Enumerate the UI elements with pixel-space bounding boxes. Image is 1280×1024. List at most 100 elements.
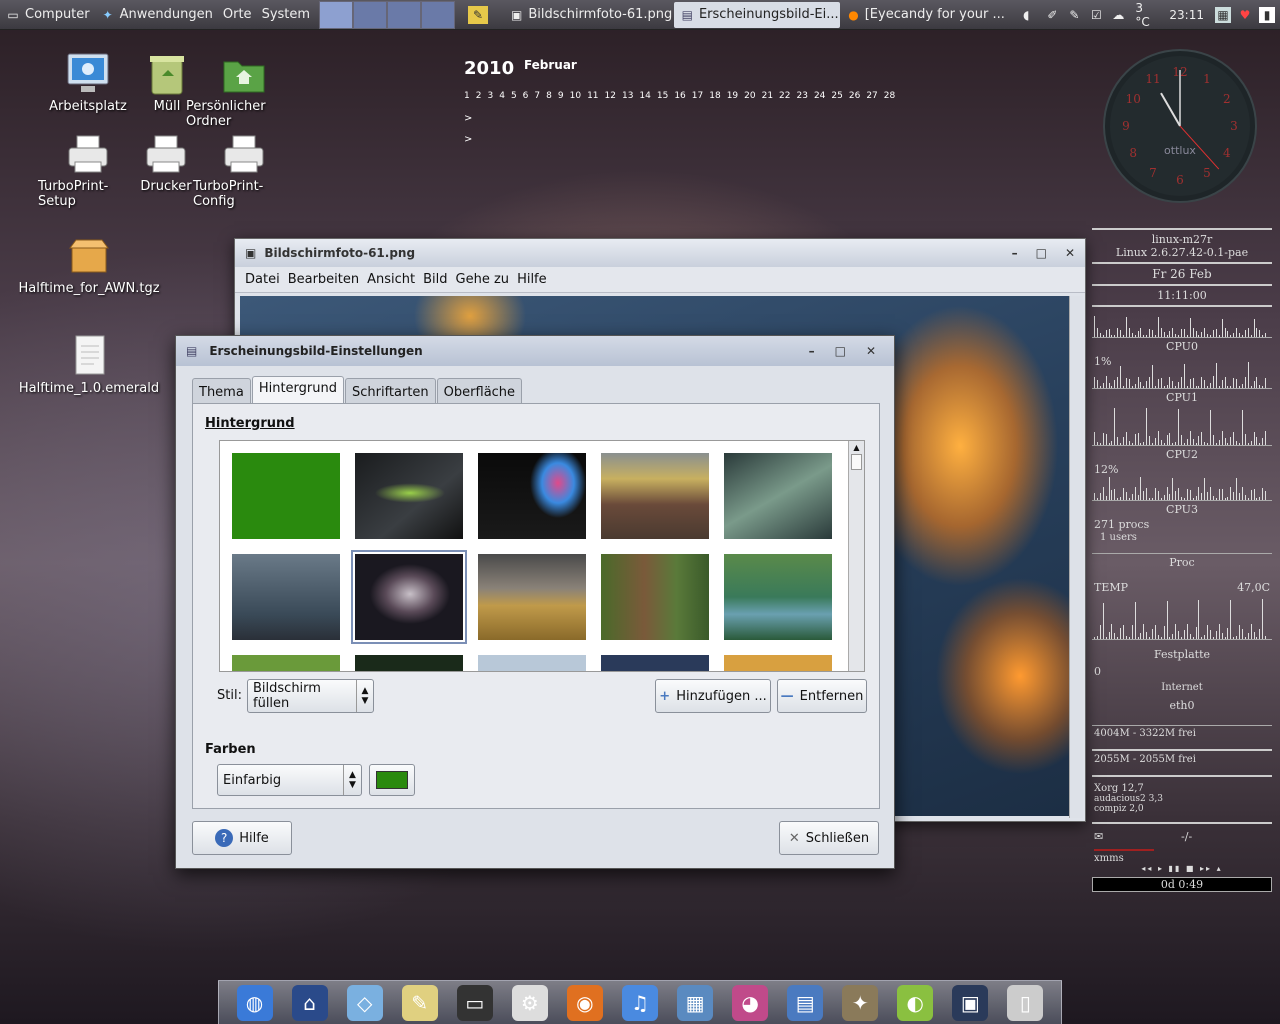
calendar-day[interactable]: 18 xyxy=(709,91,720,101)
clock-label[interactable]: 23:11 xyxy=(1163,8,1210,22)
close-icon[interactable]: ✕ xyxy=(866,344,876,358)
wallpaper-hay-field[interactable] xyxy=(478,554,586,640)
calendar-day[interactable]: 11 xyxy=(587,91,598,101)
calendar-day[interactable]: 9 xyxy=(558,91,564,101)
help-button[interactable]: ? Hilfe xyxy=(192,821,292,855)
minimize-icon[interactable]: – xyxy=(809,344,815,358)
itunes-icon[interactable]: ♫ xyxy=(621,984,658,1021)
calendar-day[interactable]: 21 xyxy=(762,91,773,101)
network-icon[interactable]: ◇ xyxy=(346,984,383,1021)
menu-gehe-zu[interactable]: Gehe zu xyxy=(456,272,510,287)
color-picker-button[interactable] xyxy=(369,764,415,796)
wallpaper-row3-3[interactable] xyxy=(478,655,586,671)
task-viewer[interactable]: ▣ Bildschirmfoto-61.png xyxy=(503,2,674,28)
wallpaper-green[interactable] xyxy=(232,453,340,539)
calendar-day[interactable]: 27 xyxy=(866,91,877,101)
trash-icon[interactable]: ▯ xyxy=(1007,984,1044,1021)
workspace-4[interactable] xyxy=(421,0,456,29)
calendar-day[interactable]: 4 xyxy=(499,91,505,101)
wallpaper-row3-5[interactable] xyxy=(724,655,832,671)
calendar-day[interactable]: 1 xyxy=(464,91,470,101)
calendar-day[interactable]: 6 xyxy=(523,91,529,101)
calendar-day[interactable]: 2 xyxy=(476,91,482,101)
player-controls[interactable]: ◂◂ ▸ ▮▮ ■ ▸▸ ▴ xyxy=(1090,864,1274,873)
tray-weather[interactable]: ✐ ✎ ☑ ☁ xyxy=(1039,7,1131,23)
wallpaper-forest-tree[interactable] xyxy=(601,554,709,640)
gimp-icon[interactable]: ✦ xyxy=(842,984,879,1021)
menu-datei[interactable]: Datei xyxy=(245,272,280,287)
settings-icon[interactable]: ⚙ xyxy=(511,984,548,1021)
wallpaper-grid[interactable]: ▲ xyxy=(219,440,865,672)
menu-system[interactable]: System xyxy=(257,7,315,22)
remove-wallpaper-button[interactable]: — Entfernen xyxy=(777,679,867,713)
wallpaper-train-market[interactable] xyxy=(601,453,709,539)
calendar-day[interactable]: 19 xyxy=(727,91,738,101)
viewer-scrollbar[interactable] xyxy=(1069,296,1083,818)
calendar-day[interactable]: 28 xyxy=(884,91,895,101)
menu-computer[interactable]: ▭ Computer xyxy=(0,7,95,23)
wallpaper-green-waves[interactable] xyxy=(355,453,463,539)
scroll-up-icon[interactable]: ▲ xyxy=(849,443,864,452)
volume-control[interactable]: ◖ xyxy=(1013,7,1039,23)
menu-bearbeiten[interactable]: Bearbeiten xyxy=(288,272,359,287)
calendar-day[interactable]: 14 xyxy=(639,91,650,101)
screenshot-icon[interactable]: ▣ xyxy=(952,984,989,1021)
wallpaper-green-lake[interactable] xyxy=(724,554,832,640)
calendar-day[interactable]: 10 xyxy=(570,91,581,101)
calendar-day[interactable]: 16 xyxy=(674,91,685,101)
menu-orte[interactable]: Orte xyxy=(218,7,257,22)
wallpaper-row3-1[interactable] xyxy=(232,655,340,671)
workspace-1[interactable] xyxy=(319,0,354,29)
tab-thema[interactable]: Thema xyxy=(192,378,251,406)
menu-anwendungen[interactable]: ✦ Anwendungen xyxy=(95,7,218,23)
wallpaper-blur-selected[interactable] xyxy=(351,550,467,644)
calendar-day[interactable]: 26 xyxy=(849,91,860,101)
maximize-icon[interactable]: □ xyxy=(1036,246,1047,260)
desktop-icon-turboprint-setup[interactable]: TurboPrint-Setup xyxy=(38,132,138,209)
desktop-icon-arbeitsplatz[interactable]: Arbeitsplatz xyxy=(48,52,128,114)
calendar-next-arrow[interactable]: > xyxy=(464,113,901,124)
style-select[interactable]: Bildschirm füllen ▲ ▼ xyxy=(247,679,374,713)
desktop-icon-persoenlicher-ordner[interactable]: Persönlicher Ordner xyxy=(186,52,302,129)
calendar-day[interactable]: 12 xyxy=(605,91,616,101)
desktop-icon-halftime-tgz[interactable]: Halftime_for_AWN.tgz xyxy=(19,234,160,296)
tab-hintergrund[interactable]: Hintergrund xyxy=(251,376,344,403)
calendar-day[interactable]: 7 xyxy=(534,91,540,101)
calendar-day[interactable]: 15 xyxy=(657,91,668,101)
wallpaper-scrollbar[interactable]: ▲ xyxy=(848,441,864,671)
calendar-day[interactable]: 8 xyxy=(546,91,552,101)
calendar-day[interactable]: 23 xyxy=(797,91,808,101)
workspace-switcher[interactable] xyxy=(319,0,456,29)
workspace-2[interactable] xyxy=(353,0,388,29)
color-mode-select[interactable]: Einfarbig ▲ ▼ xyxy=(217,764,362,796)
globe-icon[interactable]: ◍ xyxy=(236,984,273,1021)
tab-schriftarten[interactable]: Schriftarten xyxy=(344,378,436,406)
workspace-3[interactable] xyxy=(387,0,422,29)
wallpaper-leaf[interactable] xyxy=(724,453,832,539)
close-icon[interactable]: ✕ xyxy=(1065,246,1075,260)
calendar-day[interactable]: 20 xyxy=(744,91,755,101)
calendar-day[interactable]: 17 xyxy=(692,91,703,101)
add-wallpaper-button[interactable]: + Hinzufügen ... xyxy=(655,679,771,713)
maximize-icon[interactable]: □ xyxy=(835,344,846,358)
task-firefox[interactable]: ● [Eyecandy for your ... xyxy=(840,2,1007,28)
calendar-day[interactable]: 24 xyxy=(814,91,825,101)
calendar-day[interactable]: 25 xyxy=(831,91,842,101)
desktop-icon-turboprint-config[interactable]: TurboPrint-Config xyxy=(193,132,295,209)
dialog-titlebar[interactable]: ▤ Erscheinungsbild-Einstellungen – □ ✕ xyxy=(176,336,894,366)
tray-end[interactable]: ▦ ♥ ▮ xyxy=(1210,6,1280,23)
terminal-icon[interactable]: ▭ xyxy=(456,984,493,1021)
desktop-icon-halftime-emerald[interactable]: Halftime_1.0.emerald xyxy=(19,334,159,396)
minimize-icon[interactable]: – xyxy=(1012,246,1018,260)
menu-hilfe[interactable]: Hilfe xyxy=(517,272,547,287)
calendar-day[interactable]: 5 xyxy=(511,91,517,101)
text-editor-icon[interactable]: ✎ xyxy=(401,984,438,1021)
wallpaper-row3-2[interactable] xyxy=(355,655,463,671)
wallpaper-grass-blue[interactable] xyxy=(232,554,340,640)
network-computers-icon[interactable]: ▦ xyxy=(677,984,714,1021)
desktop-icon-drucker[interactable]: Drucker xyxy=(140,132,192,194)
calendar-day[interactable]: 22 xyxy=(779,91,790,101)
tab-oberflaeche[interactable]: Oberfläche xyxy=(436,378,523,406)
calendar-day[interactable]: 13 xyxy=(622,91,633,101)
writer-icon[interactable]: ▤ xyxy=(787,984,824,1021)
